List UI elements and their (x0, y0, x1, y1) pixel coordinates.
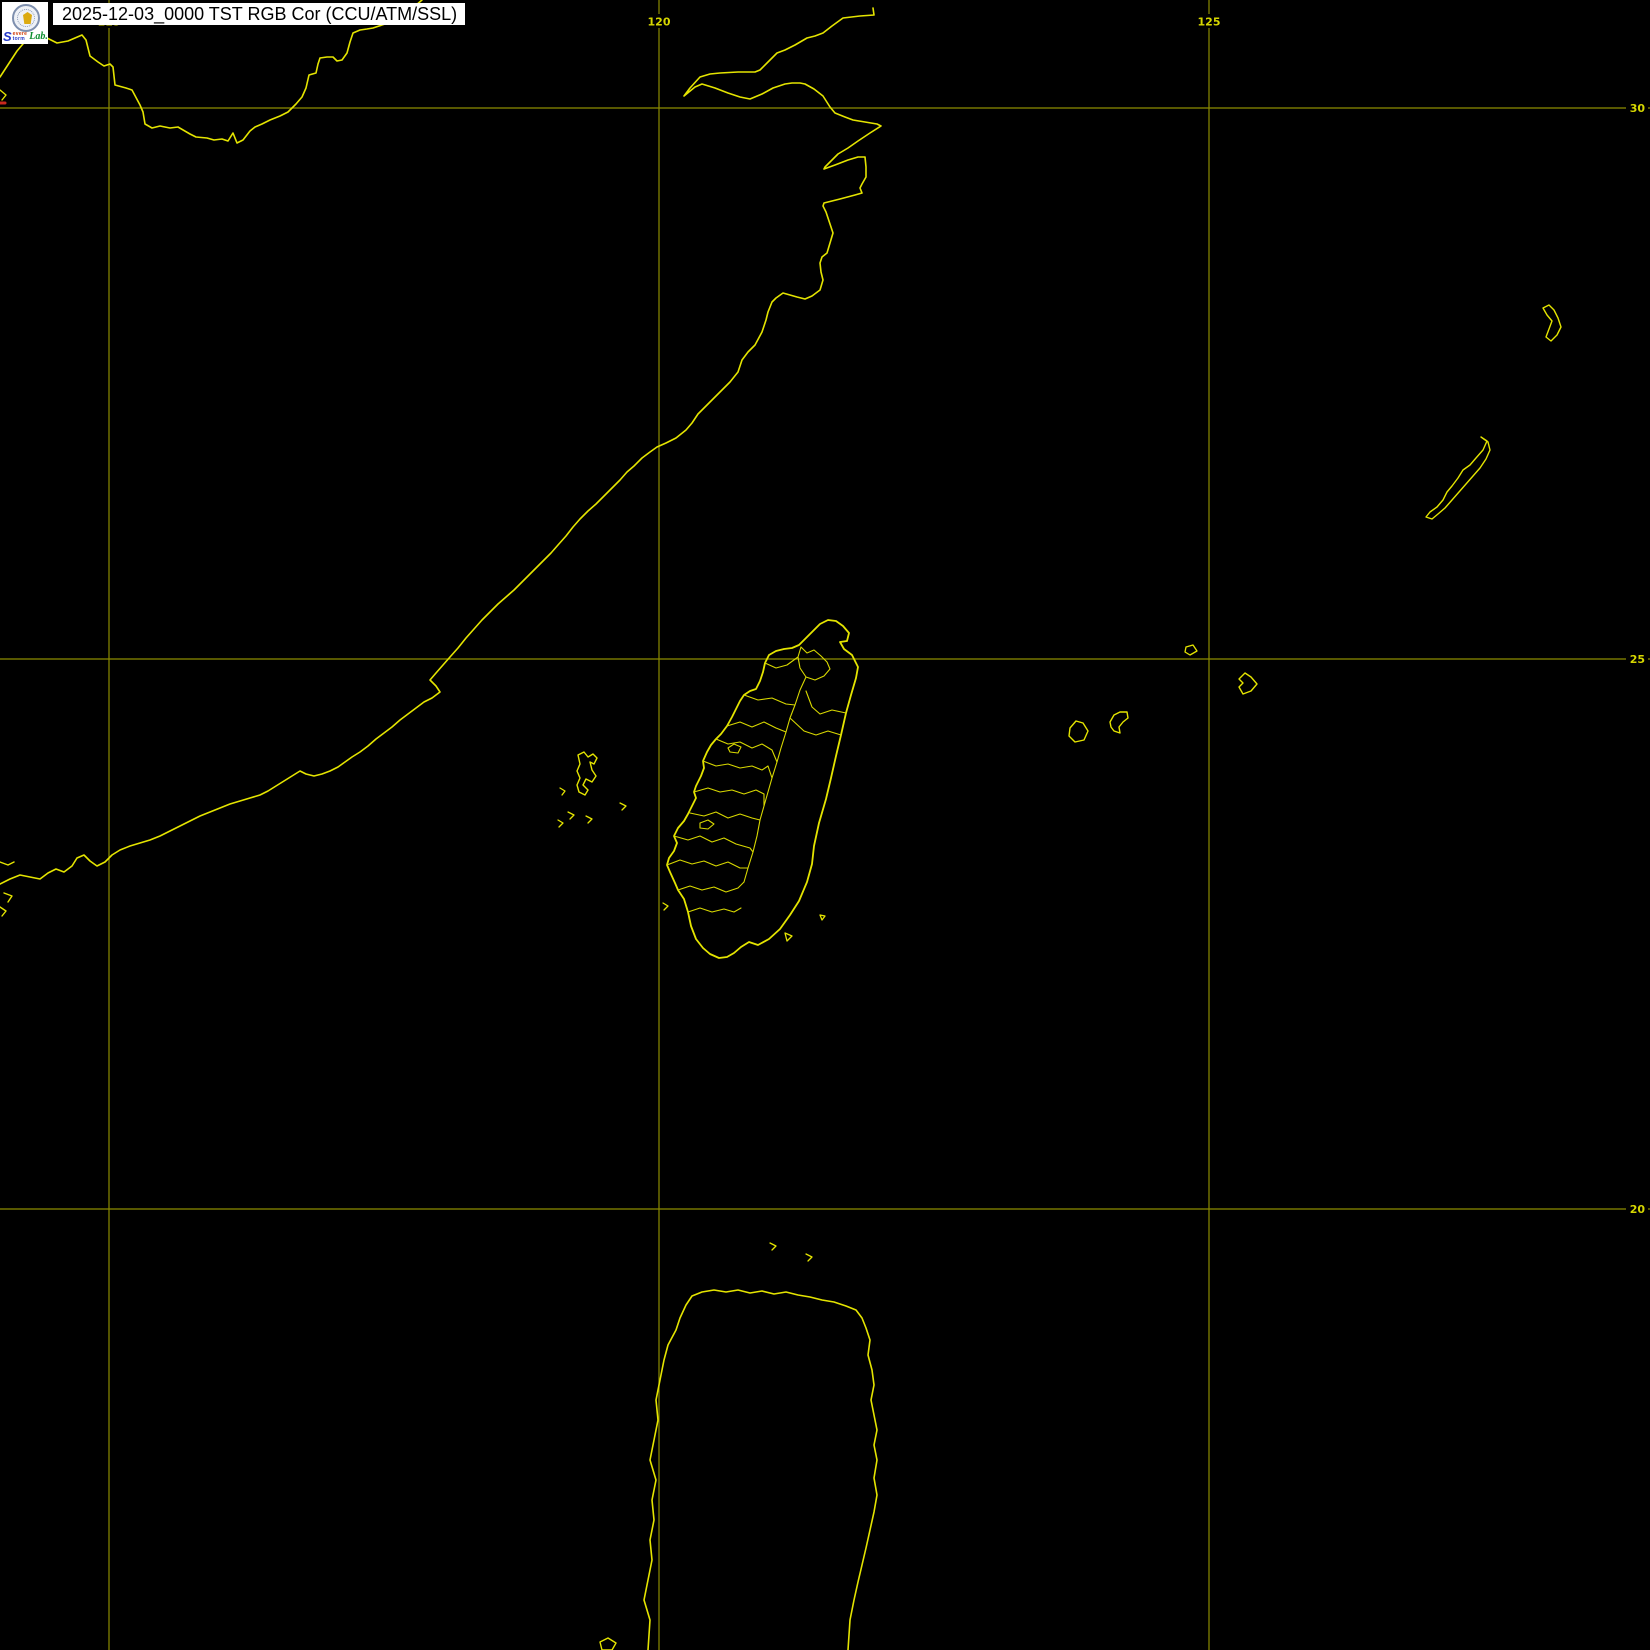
ocean-background (0, 0, 1650, 1650)
logo-big-letter: S (3, 29, 12, 44)
longitude-label-125: 125 (1198, 16, 1221, 29)
latitude-label-30: 30 (1630, 102, 1646, 115)
latitude-label-20: 20 (1630, 1203, 1646, 1216)
lab-logo-text: S evere torm Lab. (3, 29, 48, 44)
satellite-map-viewer: 115120125302520 2025-12-03_0000 TST RGB … (0, 0, 1650, 1650)
latitude-label-25: 25 (1630, 653, 1645, 666)
university-seal-icon (12, 4, 40, 32)
lab-logo: S evere torm Lab. (2, 2, 48, 44)
timestamp-title: 2025-12-03_0000 TST RGB Cor (CCU/ATM/SSL… (53, 3, 466, 25)
logo-word-stack: evere torm (13, 32, 28, 42)
logo-lab-label: Lab. (29, 31, 48, 42)
longitude-label-120: 120 (648, 16, 671, 29)
map-canvas: 115120125302520 (0, 0, 1650, 1650)
logo-word-bottom: torm (12, 36, 25, 42)
